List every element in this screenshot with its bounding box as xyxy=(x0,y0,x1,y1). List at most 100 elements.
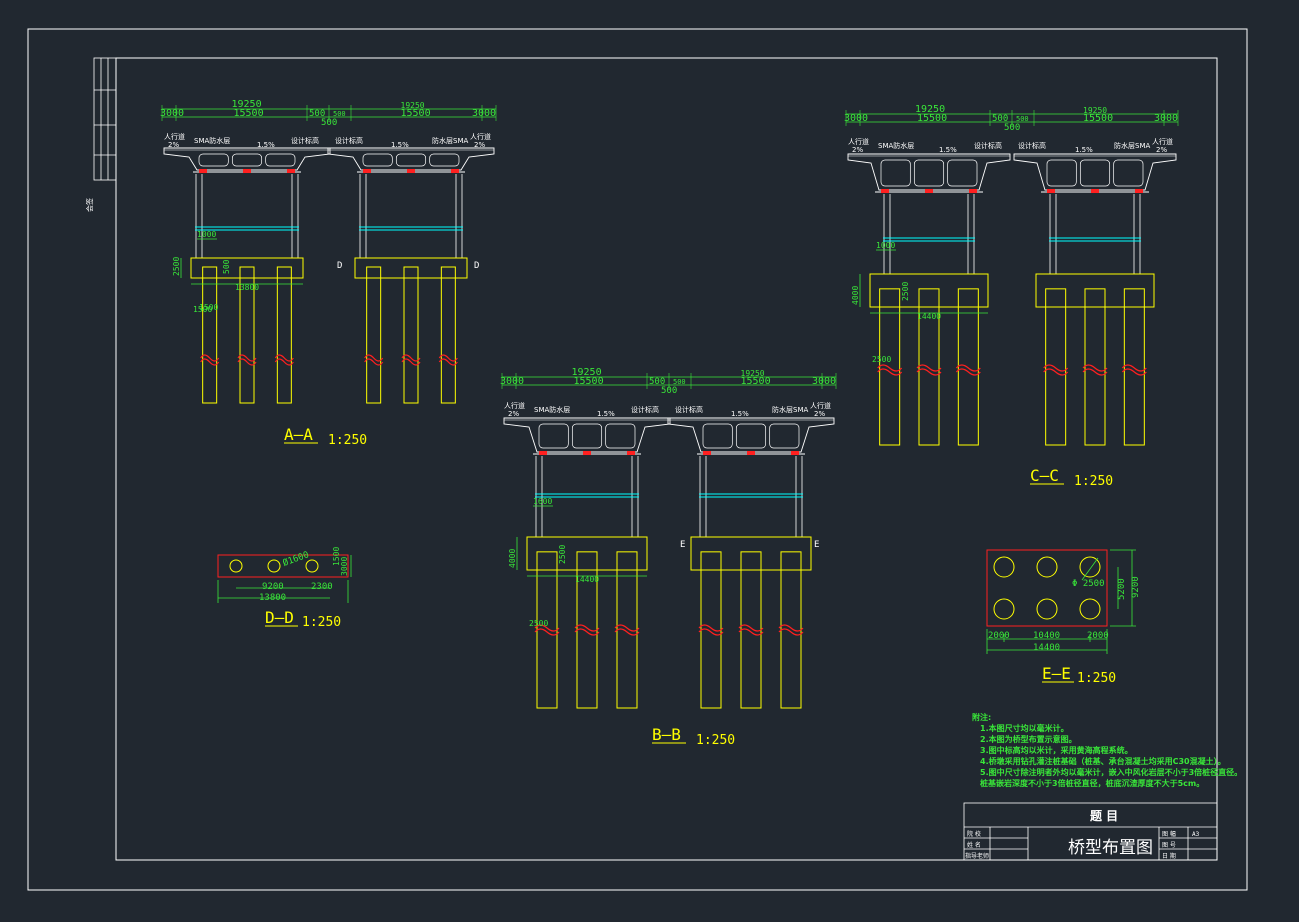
bearing-pad xyxy=(243,169,251,173)
ee-total-height-dim: 9200 xyxy=(1131,576,1141,598)
dd-height-b-dim: 1500 xyxy=(332,547,341,566)
deck-label: 1.5% xyxy=(597,410,615,418)
pile-break-mark xyxy=(698,624,724,636)
girder-cell xyxy=(538,423,569,449)
girder-cell xyxy=(1079,159,1111,187)
dimension-label: 4000 xyxy=(508,549,517,568)
bearing-pad xyxy=(881,189,889,193)
pile-break-mark xyxy=(574,624,600,636)
section-title: C—C xyxy=(1030,466,1059,485)
bearing-pad xyxy=(1135,189,1143,193)
note-line: 3.图中标高均以米计，采用黄海高程系统。 xyxy=(980,746,1133,755)
section-scale: 1:250 xyxy=(696,733,735,748)
title-row-advisor: 指导老师 xyxy=(965,852,989,860)
title-row-number: 图 号 xyxy=(1162,842,1176,849)
deck-label: 设计标高 xyxy=(335,136,363,145)
bearing-pad xyxy=(703,451,711,455)
dimension-label: 2500 xyxy=(558,545,567,564)
pile-circle xyxy=(993,598,1015,620)
note-line: 4.桥墩采用钻孔灌注桩基础（桩基、承台混凝土均采用C30混凝土）。 xyxy=(980,757,1226,766)
box-girder xyxy=(503,417,671,453)
deck-label: 人行道 xyxy=(810,401,831,410)
dimension-label: 3000 xyxy=(472,108,496,119)
dimension-label: 500 xyxy=(673,378,686,386)
pile-circle xyxy=(993,556,1015,578)
deck-label: 人行道 xyxy=(504,401,525,410)
pile xyxy=(616,551,638,709)
pile-break-mark xyxy=(778,624,804,636)
cut-mark: D xyxy=(337,261,342,271)
section-title: A—A xyxy=(284,425,313,444)
pile-break-mark xyxy=(438,354,458,366)
girder-cell xyxy=(702,423,733,449)
ee-pile-dim: Φ 2500 xyxy=(1072,579,1105,589)
dd-scale: 1:250 xyxy=(302,615,341,630)
pile xyxy=(740,551,762,709)
pile xyxy=(957,288,979,446)
deck-label: 1.5% xyxy=(731,410,749,418)
dimension-label: 500 xyxy=(333,110,346,118)
pile-break-mark xyxy=(877,364,903,376)
cut-mark: E xyxy=(814,540,819,550)
notes-heading: 附注: xyxy=(972,713,992,722)
bearing-pad xyxy=(1047,189,1055,193)
bearing-pad xyxy=(747,451,755,455)
dimension-label: 15500 xyxy=(741,376,771,387)
note-line: 桩基嵌岩深度不小于3倍桩径直径，桩底沉渣厚度不大于5cm。 xyxy=(980,779,1205,788)
pile-break-mark xyxy=(614,624,640,636)
dimension-label: 15500 xyxy=(401,108,431,119)
box-girder xyxy=(1013,153,1177,191)
side-strip-label: 会签 xyxy=(85,198,94,212)
dimension-label: 2500 xyxy=(901,282,910,301)
pile xyxy=(700,551,722,709)
pile-cap xyxy=(190,257,304,279)
ee-edge-right-dim: 2000 xyxy=(1087,631,1109,641)
girder-cell xyxy=(1046,159,1077,187)
section-e-e: Φ 2500 5200 9200 2000 10400 2000 14400 E… xyxy=(986,549,1141,686)
deck-label: SMA防水层 xyxy=(534,405,570,414)
girder-cell xyxy=(880,159,911,187)
ee-row-spacing-dim: 5200 xyxy=(1117,578,1127,600)
bearing-pad xyxy=(925,189,933,193)
dd-edge-dim: 2300 xyxy=(311,582,333,592)
girder-cell xyxy=(395,153,427,167)
dimension-label: 15500 xyxy=(574,376,604,387)
section-title: B—B xyxy=(652,725,681,744)
pile-cap xyxy=(690,536,812,571)
girder-cell xyxy=(769,423,800,449)
deck-label: 1.5% xyxy=(939,146,957,154)
deck-label: SMA防水层 xyxy=(194,136,230,145)
pile-break-mark xyxy=(1082,364,1108,376)
section-c-c: 19250 192503000 300015500 15500500 500500人行道… xyxy=(844,104,1179,489)
dimension-label: 3000 xyxy=(160,108,184,119)
pile-break-mark xyxy=(364,354,384,366)
dimension-label: 3000 xyxy=(500,376,524,387)
pile-break-mark xyxy=(1043,364,1069,376)
title-row-name: 姓 名 xyxy=(967,841,981,849)
bearing-pad xyxy=(451,169,459,173)
bearing-pad xyxy=(407,169,415,173)
ee-edge-left-dim: 2000 xyxy=(988,631,1010,641)
box-girder xyxy=(163,147,331,171)
section-a-a: 19250 192503000 300015500 15500500 500500人行道… xyxy=(160,99,497,448)
pile xyxy=(1084,288,1106,446)
girder-cell xyxy=(198,153,229,167)
section-scale: 1:250 xyxy=(1074,474,1113,489)
title-block-header: 题 目 xyxy=(1090,809,1118,823)
deck-label: 设计标高 xyxy=(974,141,1002,150)
section-scale: 1:250 xyxy=(328,433,367,448)
pile xyxy=(780,551,802,709)
bearing-pad xyxy=(539,451,547,455)
note-line: 5.图中尺寸除注明者外均以毫米计，嵌入中风化岩层不小于3倍桩径直径。 xyxy=(980,768,1243,777)
girder-cell xyxy=(947,159,978,187)
pile-circle xyxy=(1036,598,1058,620)
deck-label: 设计标高 xyxy=(631,405,659,414)
dimension-label: 1000 xyxy=(197,230,216,239)
dimension-label: 2500 xyxy=(529,619,548,628)
pile xyxy=(1123,288,1145,446)
pile-cap xyxy=(1035,273,1155,308)
dimension-label: 15500 xyxy=(1083,113,1113,124)
pile-cap xyxy=(869,273,989,308)
dimension-label: 3000 xyxy=(844,113,868,124)
deck-label: 1.5% xyxy=(1075,146,1093,154)
